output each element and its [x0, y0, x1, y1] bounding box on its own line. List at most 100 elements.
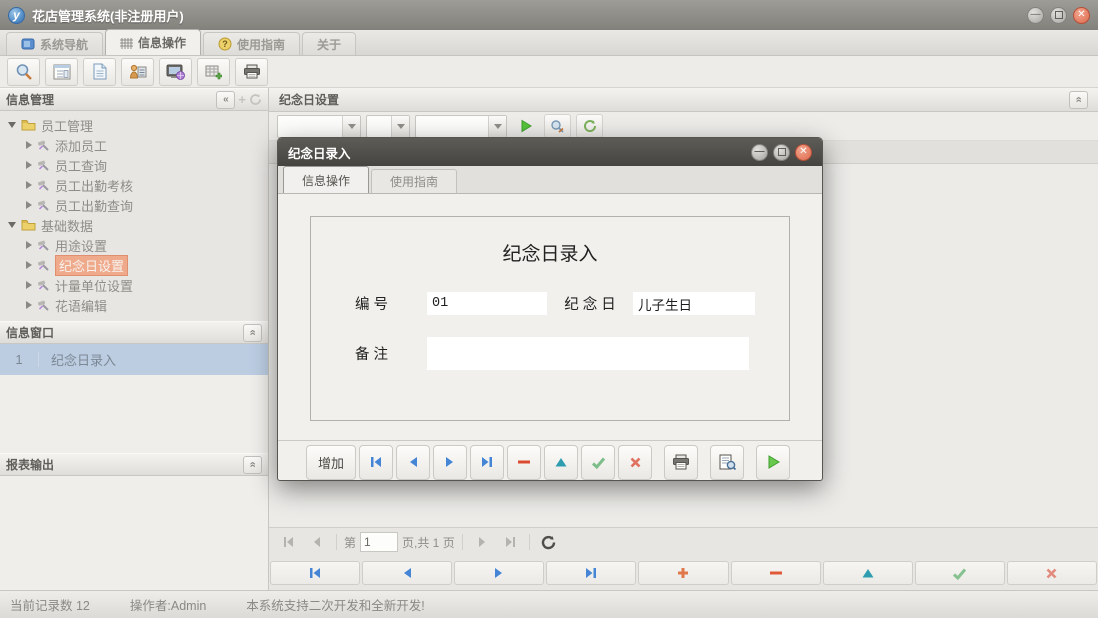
delete-record-button[interactable] [507, 444, 541, 480]
add-button-label: 增加 [317, 455, 344, 471]
tab-label: 关于 [317, 37, 342, 52]
dropdown-arrow-icon[interactable] [488, 115, 506, 137]
record-last-button[interactable] [546, 561, 637, 585]
dialog-close-button[interactable]: ✕ [795, 143, 812, 161]
window-maximize-button[interactable] [1050, 6, 1067, 24]
info-management-header: 信息管理 « + [0, 88, 268, 111]
collapsed-arrow-icon[interactable] [26, 161, 32, 169]
dialog-tab-info-operation[interactable]: 信息操作 [283, 166, 370, 193]
tab-about[interactable]: 关于 [302, 32, 357, 55]
info-window-row-selected[interactable]: 1 纪念日录入 [0, 344, 268, 375]
page-next-button[interactable] [470, 531, 494, 553]
record-save-button[interactable] [914, 561, 1005, 585]
tab-system-navigation[interactable]: 系统导航 [6, 32, 104, 55]
filter-combo-3[interactable] [415, 114, 507, 138]
record-edit-button[interactable] [822, 561, 913, 585]
collapse-report-button[interactable]: « [243, 455, 262, 474]
tree-item-usage-settings[interactable]: 用途设置 [0, 235, 268, 255]
dialog-titlebar[interactable]: 纪念日录入 — ✕ [278, 138, 822, 166]
collapsed-arrow-icon[interactable] [26, 241, 32, 249]
page-first-button[interactable] [277, 531, 301, 553]
tab-user-guide[interactable]: ? 使用指南 [203, 32, 301, 55]
tree-item-anniversary-settings[interactable]: 纪念日设置 [0, 254, 268, 276]
next-record-button[interactable] [433, 444, 467, 480]
collapse-info-window-button[interactable]: « [243, 323, 262, 342]
record-prev-button[interactable] [362, 561, 453, 585]
dialog-minimize-button[interactable]: — [751, 143, 768, 161]
tree-group-base-data[interactable]: 基础数据 [0, 215, 268, 235]
prev-record-button[interactable] [396, 444, 430, 480]
run-query-button[interactable] [512, 114, 539, 138]
record-first-button[interactable] [270, 561, 361, 585]
record-next-button[interactable] [454, 561, 545, 585]
tree-item-attendance-query[interactable]: 员工出勤查询 [0, 195, 268, 215]
first-record-button[interactable] [359, 444, 393, 480]
app-logo-icon: y [8, 6, 25, 24]
tree-item-add-employee[interactable]: 添加员工 [0, 135, 268, 155]
save-record-button[interactable] [581, 444, 615, 480]
tree-item-unit-settings[interactable]: 计量单位设置 [0, 275, 268, 295]
code-field[interactable] [427, 292, 547, 315]
expand-arrow-icon[interactable] [8, 222, 16, 228]
tree-item-flower-language[interactable]: 花语编辑 [0, 295, 268, 315]
add-record-button[interactable]: 增加 [306, 444, 356, 480]
operator-status: 操作者:Admin [129, 599, 207, 613]
page-prev-button[interactable] [305, 531, 329, 553]
filter-combo-1[interactable] [277, 114, 361, 138]
last-record-button[interactable] [470, 444, 504, 480]
tab-info-operation[interactable]: 信息操作 [105, 29, 202, 55]
sidebar: 信息管理 « + 员工管理 添加员工 员工查询 员工出勤考核 员工出勤查询 基础… [0, 88, 269, 590]
record-cancel-button[interactable] [1006, 561, 1097, 585]
document-icon [93, 63, 107, 80]
dialog-maximize-button[interactable] [773, 143, 790, 161]
folder-icon [21, 219, 36, 231]
collapsed-arrow-icon[interactable] [26, 181, 32, 189]
record-delete-button[interactable] [730, 561, 821, 585]
tree-group-employee-mgmt[interactable]: 员工管理 [0, 115, 268, 135]
search-button[interactable] [7, 57, 40, 86]
tool-icon [37, 159, 50, 172]
page-number-input[interactable] [360, 532, 399, 552]
collapse-main-panel-button[interactable]: « [1069, 90, 1088, 109]
advanced-search-button[interactable] [544, 114, 571, 138]
window-close-button[interactable]: ✕ [1073, 6, 1090, 24]
user-report-button[interactable] [121, 57, 154, 86]
user-report-icon [129, 64, 147, 80]
collapse-sidebar-button[interactable]: « [216, 90, 236, 109]
print-button[interactable] [235, 57, 268, 86]
dropdown-arrow-icon[interactable] [342, 115, 360, 137]
monitor-globe-button[interactable] [159, 57, 192, 86]
document-button[interactable] [83, 57, 116, 86]
edit-record-button[interactable] [544, 444, 578, 480]
print-preview-button[interactable] [710, 444, 744, 480]
page-refresh-button[interactable] [537, 531, 561, 553]
filter-combo-2[interactable] [366, 114, 410, 138]
tool-icon [37, 259, 50, 272]
tree-item-attendance-review[interactable]: 员工出勤考核 [0, 175, 268, 195]
info-management-title: 信息管理 [6, 93, 55, 107]
collapsed-arrow-icon[interactable] [26, 201, 32, 209]
collapsed-arrow-icon[interactable] [26, 141, 32, 149]
row-label: 纪念日录入 [51, 353, 117, 368]
dialog-title: 纪念日录入 [288, 146, 351, 161]
tree-label: 添加员工 [55, 138, 108, 154]
record-add-button[interactable] [638, 561, 729, 585]
cancel-record-button[interactable] [618, 444, 652, 480]
window-minimize-button[interactable]: — [1027, 6, 1044, 24]
anniversary-field[interactable] [633, 292, 755, 315]
collapsed-arrow-icon[interactable] [26, 261, 32, 269]
memo-field[interactable] [427, 337, 749, 370]
report-output-header: 报表输出 « [0, 453, 268, 476]
print-record-button[interactable] [664, 444, 698, 480]
database-add-button[interactable] [197, 57, 230, 86]
dropdown-arrow-icon[interactable] [391, 115, 409, 137]
refresh-grid-button[interactable] [576, 114, 603, 138]
tree-item-employee-query[interactable]: 员工查询 [0, 155, 268, 175]
page-last-button[interactable] [498, 531, 522, 553]
execute-button[interactable] [756, 444, 790, 480]
collapsed-arrow-icon[interactable] [26, 281, 32, 289]
form-view-button[interactable] [45, 57, 78, 86]
collapsed-arrow-icon[interactable] [26, 301, 32, 309]
expand-arrow-icon[interactable] [8, 122, 16, 128]
dialog-tab-user-guide[interactable]: 使用指南 [371, 169, 458, 193]
